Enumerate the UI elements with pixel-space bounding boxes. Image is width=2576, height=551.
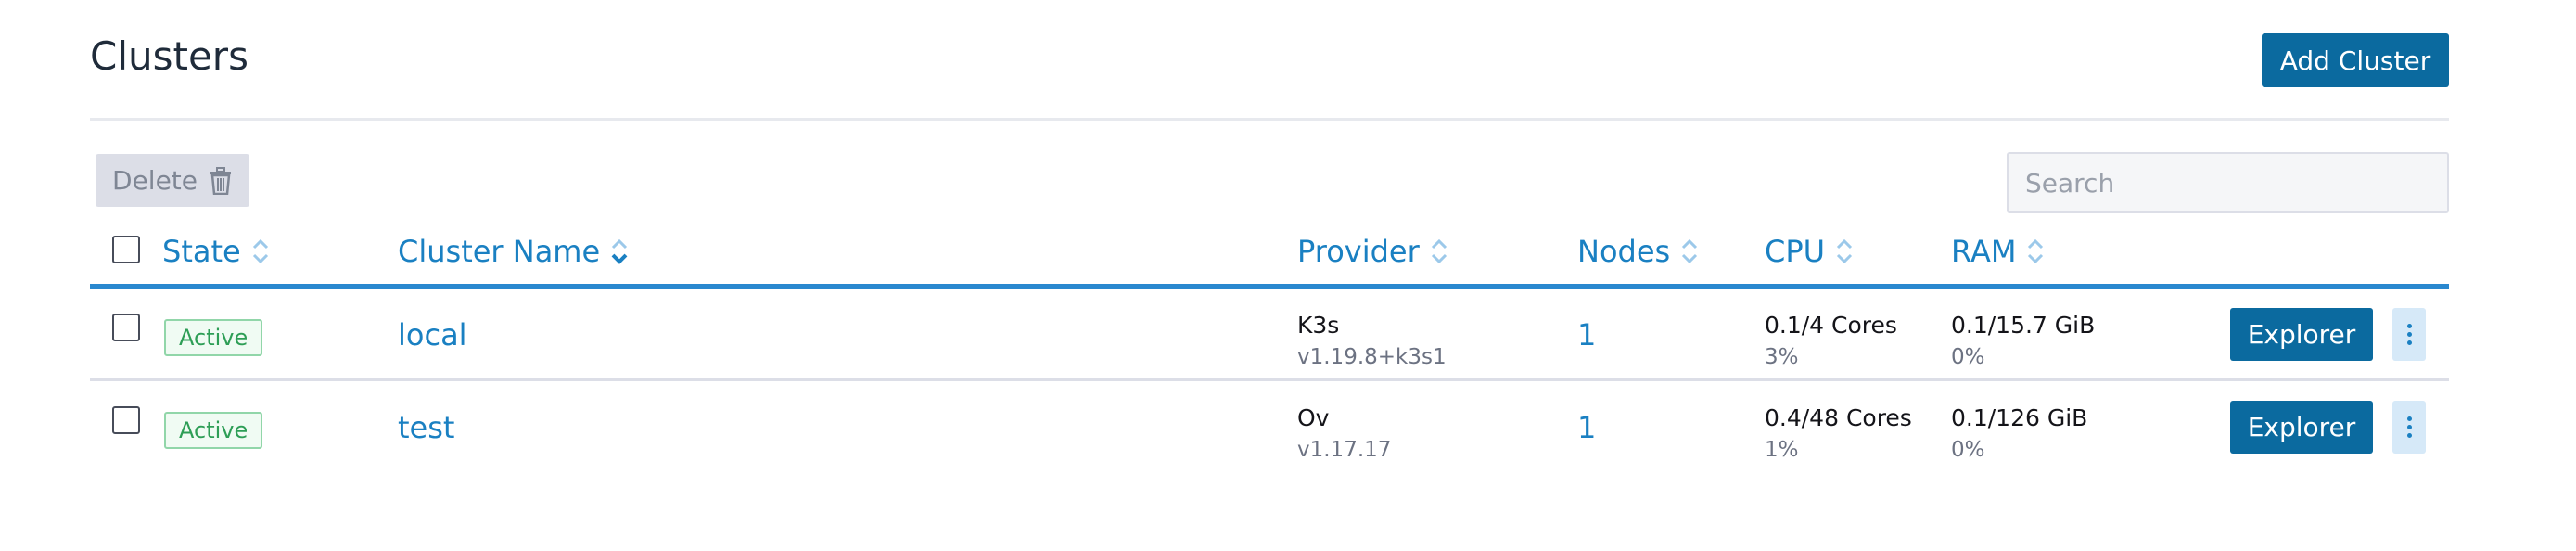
delete-button[interactable]: Delete <box>96 154 249 207</box>
cpu-percent: 1% <box>1765 438 1799 462</box>
clusters-page: Clusters Add Cluster Delete State Cluste… <box>0 0 2576 551</box>
ram-percent: 0% <box>1951 345 1985 369</box>
column-header-ram[interactable]: RAM <box>1951 234 2046 269</box>
column-header-label: CPU <box>1765 234 1826 269</box>
explorer-button[interactable]: Explorer <box>2230 401 2373 454</box>
provider-name: Ov <box>1297 404 1330 431</box>
trash-icon <box>210 166 231 195</box>
sort-icon <box>2028 238 2044 264</box>
explorer-button[interactable]: Explorer <box>2230 308 2373 361</box>
column-header-label: Provider <box>1297 234 1420 269</box>
search-input[interactable] <box>2007 152 2449 213</box>
column-header-provider[interactable]: Provider <box>1297 234 1449 269</box>
sort-icon <box>611 238 628 264</box>
sort-icon <box>1431 238 1447 264</box>
sort-icon <box>1682 238 1698 264</box>
column-header-cpu[interactable]: CPU <box>1765 234 1855 269</box>
column-header-label: State <box>162 234 241 269</box>
cluster-name-link[interactable]: local <box>398 317 467 352</box>
table-row: Active local K3s v1.19.8+k3s1 1 0.1/4 Co… <box>90 289 2449 382</box>
sort-icon <box>252 238 268 264</box>
select-all-checkbox[interactable] <box>112 236 140 263</box>
sort-icon <box>1837 238 1853 264</box>
kebab-menu-icon[interactable] <box>2392 308 2426 361</box>
ram-usage: 0.1/126 GiB <box>1951 404 2088 431</box>
column-header-nodes[interactable]: Nodes <box>1577 234 1700 269</box>
kebab-menu-icon[interactable] <box>2392 401 2426 454</box>
page-title: Clusters <box>90 33 249 79</box>
column-header-label: Cluster Name <box>398 234 601 269</box>
cpu-usage: 0.1/4 Cores <box>1765 312 1897 339</box>
row-checkbox[interactable] <box>112 314 140 341</box>
ram-percent: 0% <box>1951 438 1985 462</box>
table-header: State Cluster Name Provider Nodes CPU RA… <box>90 228 2449 286</box>
column-header-label: Nodes <box>1577 234 1671 269</box>
column-header-label: RAM <box>1951 234 2017 269</box>
cluster-name-link[interactable]: test <box>398 410 454 445</box>
nodes-count-link[interactable]: 1 <box>1577 410 1596 445</box>
provider-name: K3s <box>1297 312 1340 339</box>
add-cluster-button[interactable]: Add Cluster <box>2262 33 2449 87</box>
status-badge: Active <box>164 412 263 449</box>
cpu-percent: 3% <box>1765 345 1799 369</box>
ram-usage: 0.1/15.7 GiB <box>1951 312 2096 339</box>
column-header-state[interactable]: State <box>162 234 271 269</box>
nodes-count-link[interactable]: 1 <box>1577 317 1596 352</box>
row-checkbox[interactable] <box>112 406 140 434</box>
cpu-usage: 0.4/48 Cores <box>1765 404 1912 431</box>
delete-button-label: Delete <box>112 165 198 196</box>
provider-version: v1.17.17 <box>1297 438 1392 462</box>
provider-version: v1.19.8+k3s1 <box>1297 345 1447 369</box>
table-row: Active test Ov v1.17.17 1 0.4/48 Cores 1… <box>90 382 2449 475</box>
status-badge: Active <box>164 319 263 356</box>
header-divider <box>90 118 2449 121</box>
row-divider <box>90 378 2449 381</box>
column-header-cluster-name[interactable]: Cluster Name <box>398 234 630 269</box>
